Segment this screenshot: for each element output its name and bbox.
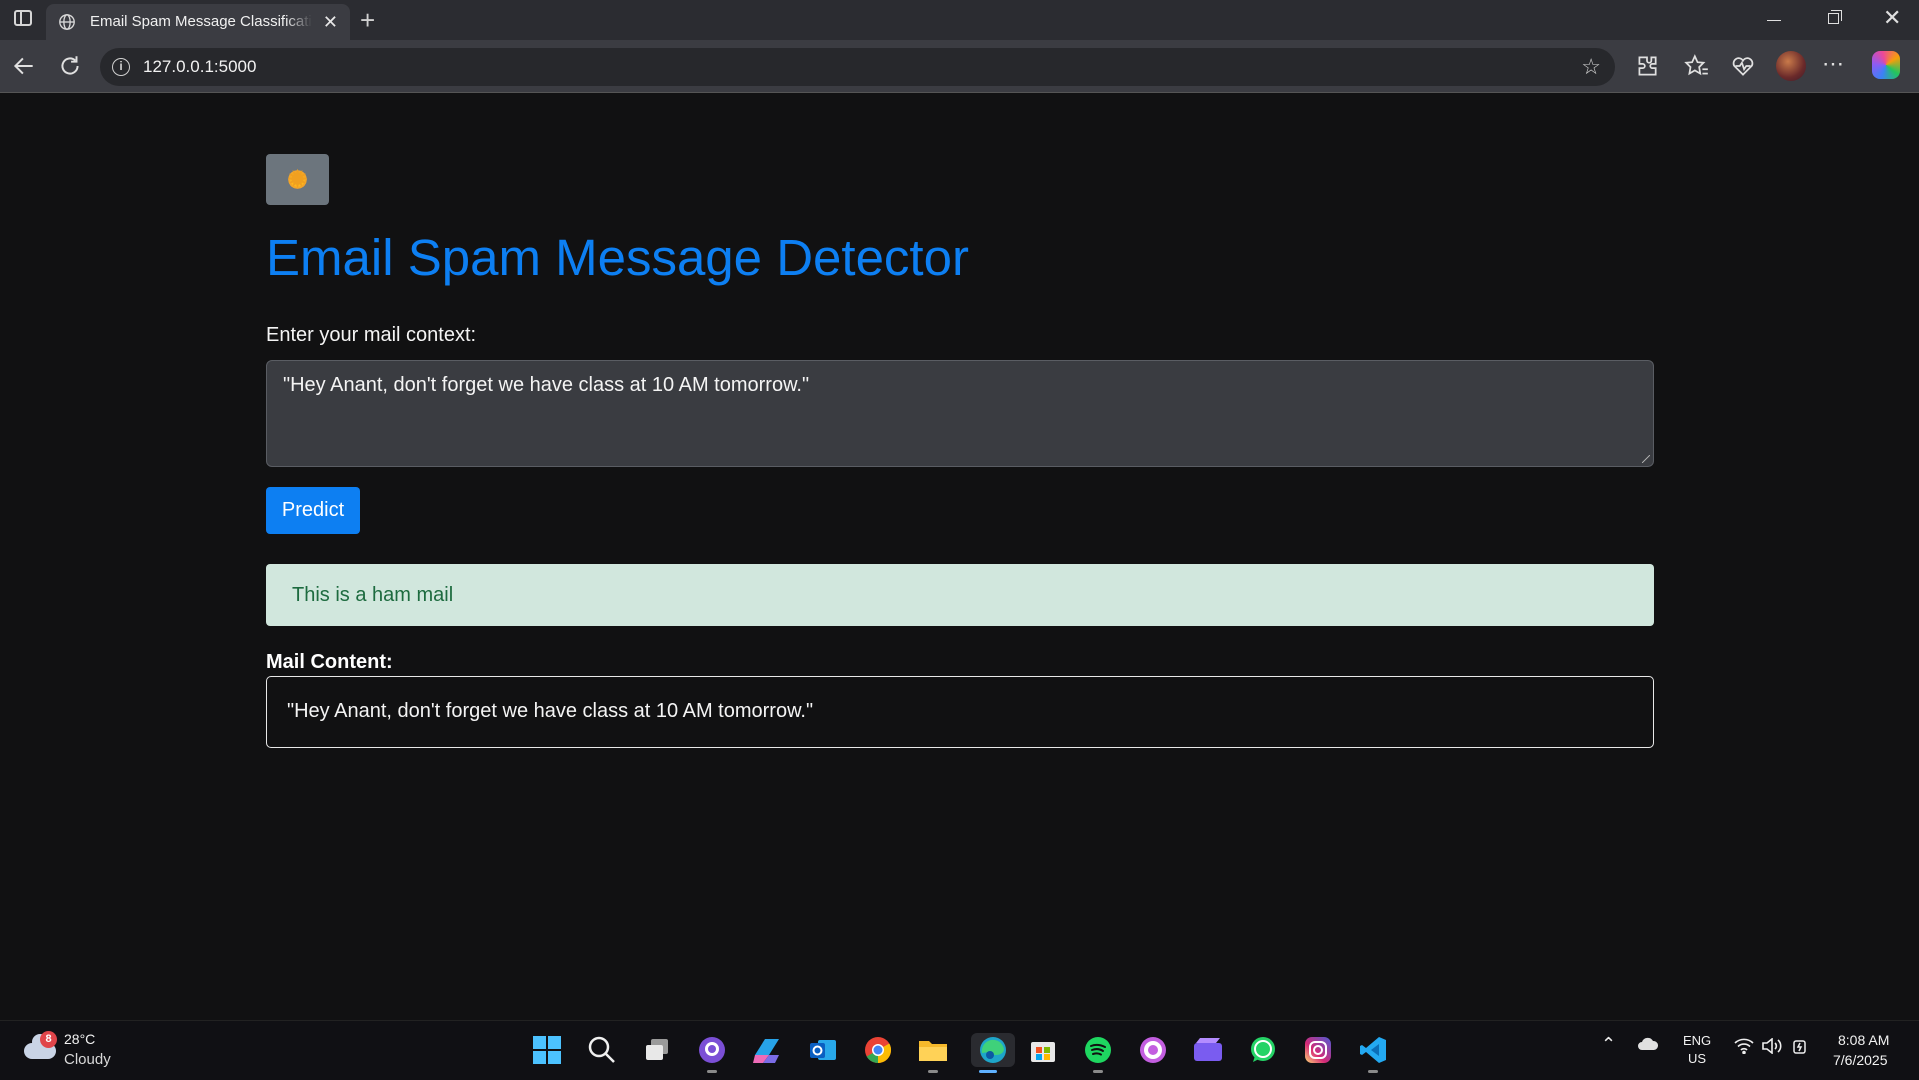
windows-start-icon[interactable] xyxy=(530,1033,564,1067)
page-title: Email Spam Message Detector xyxy=(266,229,969,286)
favorites-icon[interactable] xyxy=(1684,53,1710,79)
whatsapp-icon[interactable] xyxy=(1246,1033,1280,1067)
chrome-icon[interactable] xyxy=(861,1033,895,1067)
address-bar[interactable]: i 127.0.0.1:5000 ☆ xyxy=(100,48,1615,86)
prediction-result-alert: This is a ham mail xyxy=(266,564,1654,626)
tab-title: Email Spam Message Classification xyxy=(90,13,312,30)
restore-icon[interactable] xyxy=(1828,10,1842,24)
browser-tab[interactable]: Email Spam Message Classification ✕ xyxy=(46,4,350,40)
favorite-star-icon[interactable]: ☆ xyxy=(1581,54,1601,80)
site-info-icon[interactable]: i xyxy=(112,58,130,76)
weather-temperature: 28°C xyxy=(64,1031,96,1047)
cloudy-weather-icon: 8 xyxy=(24,1031,57,1059)
mail-content-label: Mail Content: xyxy=(266,651,393,673)
sun-icon xyxy=(285,164,310,195)
region-code: US xyxy=(1688,1051,1707,1066)
theme-toggle-button[interactable] xyxy=(266,154,329,205)
new-tab-button[interactable]: + xyxy=(360,5,375,35)
windows-taskbar: 8 28°C Cloudy ⌃ ENG US 8:08 AM 7/6/2025 xyxy=(0,1020,1919,1080)
microsoft-store-icon[interactable] xyxy=(1026,1033,1060,1067)
edge-icon[interactable] xyxy=(971,1033,1015,1073)
clock-time[interactable]: 8:08 AM xyxy=(1838,1032,1889,1048)
microsoft-365-icon[interactable] xyxy=(750,1033,784,1067)
predict-button[interactable]: Predict xyxy=(266,487,360,534)
language-code: ENG xyxy=(1683,1033,1712,1048)
clipchamp-icon[interactable] xyxy=(1191,1033,1225,1067)
instagram-icon[interactable] xyxy=(1301,1033,1335,1067)
textarea-resize-handle[interactable] xyxy=(1642,455,1650,463)
browser-toolbar: i 127.0.0.1:5000 ☆ ⋯ xyxy=(0,40,1919,93)
back-icon[interactable] xyxy=(11,53,37,79)
clock-date[interactable]: 7/6/2025 xyxy=(1833,1052,1888,1068)
search-icon[interactable] xyxy=(585,1033,619,1067)
profile-avatar[interactable] xyxy=(1776,51,1806,81)
file-explorer-icon[interactable] xyxy=(916,1033,950,1073)
language-indicator[interactable]: ENG US xyxy=(1683,1032,1711,1068)
weather-badge: 8 xyxy=(40,1031,57,1048)
mail-context-input[interactable]: "Hey Anant, don't forget we have class a… xyxy=(266,360,1654,467)
browser-essentials-icon[interactable] xyxy=(1730,53,1756,79)
minimize-icon[interactable] xyxy=(1767,20,1781,21)
outlook-icon[interactable] xyxy=(806,1033,840,1067)
browser-tab-bar: Email Spam Message Classification ✕ + ✕ xyxy=(0,0,1919,40)
battery-charging-icon[interactable] xyxy=(1792,1037,1810,1058)
globe-icon xyxy=(59,14,75,30)
github-desktop-icon[interactable] xyxy=(695,1033,729,1073)
url-text[interactable]: 127.0.0.1:5000 xyxy=(143,57,256,77)
task-view-icon[interactable] xyxy=(640,1033,674,1067)
more-options-icon[interactable]: ⋯ xyxy=(1820,53,1846,79)
copilot-icon[interactable] xyxy=(1872,51,1900,79)
show-hidden-icons-chevron[interactable]: ⌃ xyxy=(1601,1034,1616,1055)
sidebar-toggle-icon[interactable] xyxy=(14,10,32,26)
obs-icon[interactable] xyxy=(1136,1033,1170,1067)
wifi-icon[interactable] xyxy=(1734,1038,1754,1057)
volume-icon[interactable] xyxy=(1761,1037,1783,1057)
window-close-icon[interactable]: ✕ xyxy=(1883,7,1901,29)
tab-close-icon[interactable]: ✕ xyxy=(323,12,338,32)
extensions-icon[interactable] xyxy=(1634,53,1660,79)
onedrive-cloud-icon[interactable] xyxy=(1637,1037,1659,1054)
mail-content-display: "Hey Anant, don't forget we have class a… xyxy=(266,676,1654,748)
spotify-icon[interactable] xyxy=(1081,1033,1115,1073)
mail-input-label: Enter your mail context: xyxy=(266,324,477,346)
weather-condition: Cloudy xyxy=(64,1051,111,1068)
vscode-icon[interactable] xyxy=(1356,1033,1390,1073)
refresh-icon[interactable] xyxy=(57,53,83,79)
